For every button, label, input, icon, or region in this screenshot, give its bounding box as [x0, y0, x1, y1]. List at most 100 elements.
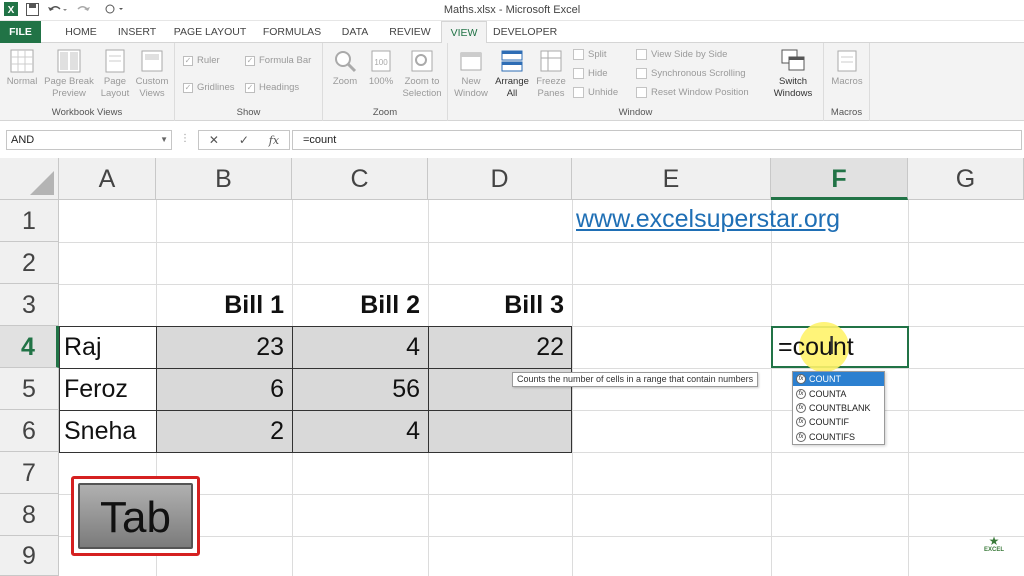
- column-header-e[interactable]: E: [572, 158, 771, 200]
- custom-views-button[interactable]: Custom Views: [133, 48, 171, 100]
- tab-formulas[interactable]: FORMULAS: [258, 21, 326, 43]
- row-header-8[interactable]: 8: [0, 494, 59, 536]
- cell-c4[interactable]: 4: [292, 326, 428, 368]
- view-side-by-side-label: View Side by Side: [651, 49, 728, 60]
- column-header-f[interactable]: F: [771, 158, 908, 200]
- zoom-button[interactable]: Zoom: [329, 48, 361, 88]
- select-all-corner[interactable]: [0, 158, 59, 200]
- formula-bar-grip-icon[interactable]: ⋮: [180, 133, 190, 144]
- column-header-b[interactable]: B: [156, 158, 292, 200]
- formula-bar-checkbox[interactable]: ✓ Formula Bar: [245, 55, 311, 66]
- tab-insert[interactable]: INSERT: [114, 21, 160, 43]
- tab-file[interactable]: FILE: [0, 21, 41, 43]
- checkmark-icon: ✓: [245, 55, 255, 66]
- tab-key-label: Tab: [78, 483, 193, 549]
- switch-windows-button[interactable]: Switch Windows: [766, 48, 820, 100]
- macros-icon: [834, 48, 860, 74]
- row-header-9[interactable]: 9: [0, 536, 59, 576]
- autocomplete-item-count[interactable]: fx COUNT: [793, 372, 884, 387]
- row-header-4[interactable]: 4: [0, 326, 59, 368]
- autocomplete-item-counta[interactable]: fx COUNTA: [793, 386, 884, 400]
- unhide-icon: [573, 87, 584, 98]
- text-cursor-icon: I: [828, 330, 836, 360]
- new-window-button[interactable]: New Window: [452, 48, 490, 100]
- function-icon: fx: [796, 388, 806, 399]
- tab-developer[interactable]: DEVELOPER: [493, 21, 557, 43]
- page-break-preview-button[interactable]: Page Break Preview: [42, 48, 96, 100]
- cell-d4[interactable]: 22: [428, 326, 572, 368]
- tab-home[interactable]: HOME: [58, 21, 104, 43]
- cell-d3[interactable]: Bill 3: [428, 284, 572, 326]
- function-icon: fx: [796, 431, 806, 442]
- column-header-a[interactable]: A: [59, 158, 156, 200]
- star-icon: ★: [988, 534, 1000, 548]
- cell-b5[interactable]: 6: [156, 368, 292, 410]
- cell-b6[interactable]: 2: [156, 410, 292, 452]
- formula-input[interactable]: =count: [292, 130, 1022, 150]
- tab-data[interactable]: DATA: [333, 21, 377, 43]
- view-side-by-side-button[interactable]: View Side by Side: [636, 49, 727, 60]
- cell-b3[interactable]: Bill 1: [156, 284, 292, 326]
- hide-button[interactable]: Hide: [573, 68, 608, 79]
- function-tooltip: Counts the number of cells in a range th…: [512, 372, 759, 387]
- new-window-icon: [458, 48, 484, 74]
- select-all-icon: [30, 171, 54, 195]
- arrange-all-button[interactable]: Arrange All: [492, 48, 532, 100]
- page-break-preview-label: Page Break Preview: [44, 76, 94, 99]
- unhide-button[interactable]: Unhide: [573, 87, 618, 98]
- name-box-value: AND: [11, 134, 35, 146]
- tab-page-layout[interactable]: PAGE LAYOUT: [170, 21, 250, 43]
- function-icon: fx: [796, 374, 806, 385]
- row-header-2[interactable]: 2: [0, 242, 59, 284]
- enter-icon[interactable]: ✓: [239, 133, 249, 147]
- tab-view[interactable]: VIEW: [441, 21, 487, 44]
- group-label-workbook-views: Workbook Views: [51, 107, 123, 118]
- chevron-down-icon[interactable]: ▼: [160, 131, 168, 149]
- website-link[interactable]: www.excelsuperstar.org: [576, 205, 840, 234]
- synchronous-scrolling-button[interactable]: Synchronous Scrolling: [636, 68, 746, 79]
- gridlines-checkbox[interactable]: ✓ Gridlines: [183, 82, 235, 93]
- macros-button[interactable]: Macros: [828, 48, 866, 88]
- logo-label: EXCEL: [983, 547, 1004, 553]
- gridline: [771, 200, 772, 576]
- zoom-to-selection-button[interactable]: Zoom to Selection: [399, 48, 445, 100]
- column-header-c[interactable]: C: [292, 158, 428, 200]
- name-box[interactable]: AND ▼: [6, 130, 172, 150]
- cell-c6[interactable]: 4: [292, 410, 428, 452]
- cell-f4-editing-text[interactable]: =count: [778, 333, 854, 362]
- row-header-1[interactable]: 1: [0, 200, 59, 242]
- row-header-6[interactable]: 6: [0, 410, 59, 452]
- split-button[interactable]: Split: [573, 49, 606, 60]
- function-icon: fx: [796, 417, 806, 428]
- cell-c5[interactable]: 56: [292, 368, 428, 410]
- cell-c3[interactable]: Bill 2: [292, 284, 428, 326]
- insert-function-icon[interactable]: fx: [269, 134, 279, 147]
- ruler-checkbox[interactable]: ✓ Ruler: [183, 55, 220, 66]
- column-header-d[interactable]: D: [428, 158, 572, 200]
- column-header-g[interactable]: G: [908, 158, 1024, 200]
- cell-a5[interactable]: Feroz: [59, 368, 156, 410]
- group-window: New Window Arrange All Freeze Panes Spli…: [448, 43, 824, 121]
- group-workbook-views: Normal Page Break Preview Page Layout Cu…: [0, 43, 175, 121]
- row-header-7[interactable]: 7: [0, 452, 59, 494]
- headings-checkbox[interactable]: ✓ Headings: [245, 82, 299, 93]
- autocomplete-item-countif[interactable]: fx COUNTIF: [793, 415, 884, 429]
- cancel-icon[interactable]: ✕: [209, 133, 219, 147]
- row-header-5[interactable]: 5: [0, 368, 59, 410]
- autocomplete-item-countifs[interactable]: fx COUNTIFS: [793, 430, 884, 444]
- zoom-100-button[interactable]: 100 100%: [365, 48, 397, 88]
- cell-b4[interactable]: 23: [156, 326, 292, 368]
- freeze-panes-button[interactable]: Freeze Panes: [532, 48, 570, 100]
- tab-review[interactable]: REVIEW: [386, 21, 434, 43]
- normal-view-button[interactable]: Normal: [4, 48, 40, 88]
- autocomplete-item-countblank[interactable]: fx COUNTBLANK: [793, 401, 884, 415]
- formula-bar: AND ▼ ⋮ ✕ ✓ fx =count: [0, 121, 1024, 158]
- reset-window-position-button[interactable]: Reset Window Position: [636, 87, 749, 98]
- cell-a4[interactable]: Raj: [59, 326, 156, 368]
- page-layout-button[interactable]: Page Layout: [97, 48, 133, 100]
- group-label-zoom: Zoom: [372, 107, 398, 118]
- cell-a6[interactable]: Sneha: [59, 410, 156, 452]
- function-icon: fx: [796, 402, 806, 413]
- checkmark-icon: ✓: [245, 82, 255, 93]
- row-header-3[interactable]: 3: [0, 284, 59, 326]
